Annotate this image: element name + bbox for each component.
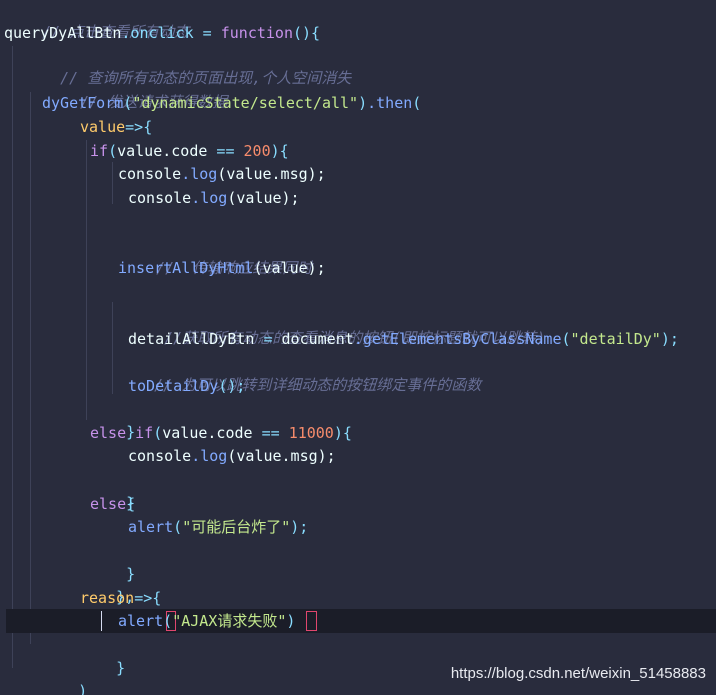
code-line-10[interactable]: // 传输响应结果同时 <box>120 234 312 277</box>
number-literal: 200 <box>243 142 271 160</box>
punctuation: ( <box>412 94 422 112</box>
punctuation: ){ <box>333 424 352 442</box>
code-line-20[interactable]: else{ <box>90 493 135 516</box>
parameter: value <box>80 118 126 136</box>
code-line-3[interactable]: // 查询所有动态的页面出现,个人空间消失 <box>24 44 351 87</box>
function-call: alert <box>118 612 164 630</box>
code-line-15[interactable]: toDetailDy(); <box>128 375 245 398</box>
closing-paren: ) <box>78 682 88 695</box>
keyword: function <box>220 24 293 42</box>
punctuation: ( <box>108 142 118 160</box>
keyword: if <box>90 142 109 160</box>
arrow-operator: =>{ <box>134 589 162 607</box>
code-line-27[interactable]: ) <box>42 657 87 695</box>
punctuation: { <box>126 495 136 513</box>
code-line-16[interactable]: } <box>90 398 135 441</box>
arrow-operator: =>{ <box>125 118 153 136</box>
parameter: reason <box>80 589 135 607</box>
keyword: else <box>90 495 127 513</box>
punctuation: ( <box>163 612 173 630</box>
punctuation: ( <box>123 94 133 112</box>
function-call: insertAllDyHtml <box>118 259 254 277</box>
code-line-19[interactable]: } <box>90 469 135 512</box>
indent-guide <box>30 92 31 644</box>
punctuation: (){ <box>293 24 321 42</box>
string-literal: "可能后台炸了" <box>182 518 291 536</box>
punctuation: ){ <box>270 142 289 160</box>
code-line-28[interactable]: } <box>4 680 49 695</box>
punctuation: ( <box>173 518 183 536</box>
function-call: dyGetForm <box>42 94 124 112</box>
method: .getElementsByClassName <box>353 330 562 348</box>
code-line-21[interactable]: alert("可能后台炸了"); <box>128 516 308 539</box>
method: .then <box>367 94 413 112</box>
code-line-8[interactable]: console.log(value.msg); <box>118 163 326 186</box>
string-literal: "AJAX请求失败" <box>172 612 287 630</box>
code-line-5[interactable]: dyGetForm("dynamicState/select/all").the… <box>42 92 421 115</box>
code-line-9[interactable]: console.log(value); <box>128 187 300 210</box>
operator: == <box>252 424 289 442</box>
punctuation: ); <box>290 518 309 536</box>
keyword: if <box>126 424 154 442</box>
code-line-1[interactable]: // 点击查看所有动态 <box>6 0 189 41</box>
current-line-highlight <box>6 609 716 633</box>
operator: == <box>207 142 244 160</box>
expression: value.code <box>162 424 253 442</box>
code-line-12[interactable]: //获取所有动态的查看消息的按钮(即按标题就可以跳转) <box>128 304 545 347</box>
code-line-26[interactable]: } <box>80 634 125 677</box>
indent-guide <box>86 140 87 420</box>
function-call: alert <box>128 518 174 536</box>
closing-brace: } <box>116 659 126 677</box>
code-line-25[interactable]: alert("AJAX请求失败") <box>118 610 295 633</box>
punctuation: ) <box>286 612 296 630</box>
punctuation: ) <box>358 94 368 112</box>
identifier: detailAllDyBtn <box>128 330 255 348</box>
code-line-6[interactable]: value=>{ <box>80 116 152 139</box>
operator: = <box>254 330 282 348</box>
bracket-match-close <box>306 611 317 631</box>
code-line-18[interactable]: console.log(value.msg); <box>128 445 336 468</box>
property: .onclick <box>121 24 194 42</box>
watermark: https://blog.csdn.net/weixin_51458883 <box>450 665 706 682</box>
string-literal: "dynamicState/select/all" <box>132 94 359 112</box>
indent-guide <box>112 302 113 394</box>
code-line-13[interactable]: detailAllDyBtn = document.getElementsByC… <box>128 328 679 351</box>
operator: = <box>193 24 221 42</box>
method: .log <box>191 447 228 465</box>
code-line-17[interactable]: else if(value.code == 11000){ <box>90 422 352 445</box>
method: .log <box>191 189 228 207</box>
arguments: (value.msg); <box>227 447 336 465</box>
identifier: console <box>118 165 182 183</box>
indent-guide <box>12 46 13 668</box>
code-line-24[interactable]: reason=>{ <box>80 587 161 610</box>
code-line-2[interactable]: queryDyAllBtn.onclick = function(){ <box>4 22 320 45</box>
code-line-4[interactable]: // 发送请求获得数据 <box>44 68 227 111</box>
code-line-14[interactable]: // 为可以跳转到详细动态的按钮绑定事件的函数 <box>118 351 481 394</box>
arguments: (value); <box>253 259 326 277</box>
code-line-11[interactable]: insertAllDyHtml(value); <box>118 257 326 280</box>
punctuation: ( <box>561 330 571 348</box>
indent-guide <box>112 162 113 204</box>
number-literal: 11000 <box>288 424 334 442</box>
code-line-23[interactable]: }, <box>80 563 134 606</box>
method: .log <box>181 165 218 183</box>
identifier: console <box>128 447 192 465</box>
code-line-7[interactable]: if(value.code == 200){ <box>90 140 289 163</box>
function-call: toDetailDy <box>128 377 219 395</box>
identifier: console <box>128 189 192 207</box>
identifier: document <box>281 330 354 348</box>
punctuation: ( <box>153 424 163 442</box>
punctuation: (); <box>218 377 246 395</box>
punctuation: ); <box>660 330 679 348</box>
arguments: (value); <box>227 189 300 207</box>
identifier: queryDyAllBtn <box>4 24 122 42</box>
expression: value.code <box>117 142 208 160</box>
string-literal: "detailDy" <box>570 330 661 348</box>
arguments: (value.msg); <box>217 165 326 183</box>
code-editor[interactable]: // 点击查看所有动态 queryDyAllBtn.onclick = func… <box>0 0 716 695</box>
text-cursor <box>101 611 102 631</box>
code-line-22[interactable]: } <box>90 540 135 583</box>
keyword: else <box>90 424 127 442</box>
